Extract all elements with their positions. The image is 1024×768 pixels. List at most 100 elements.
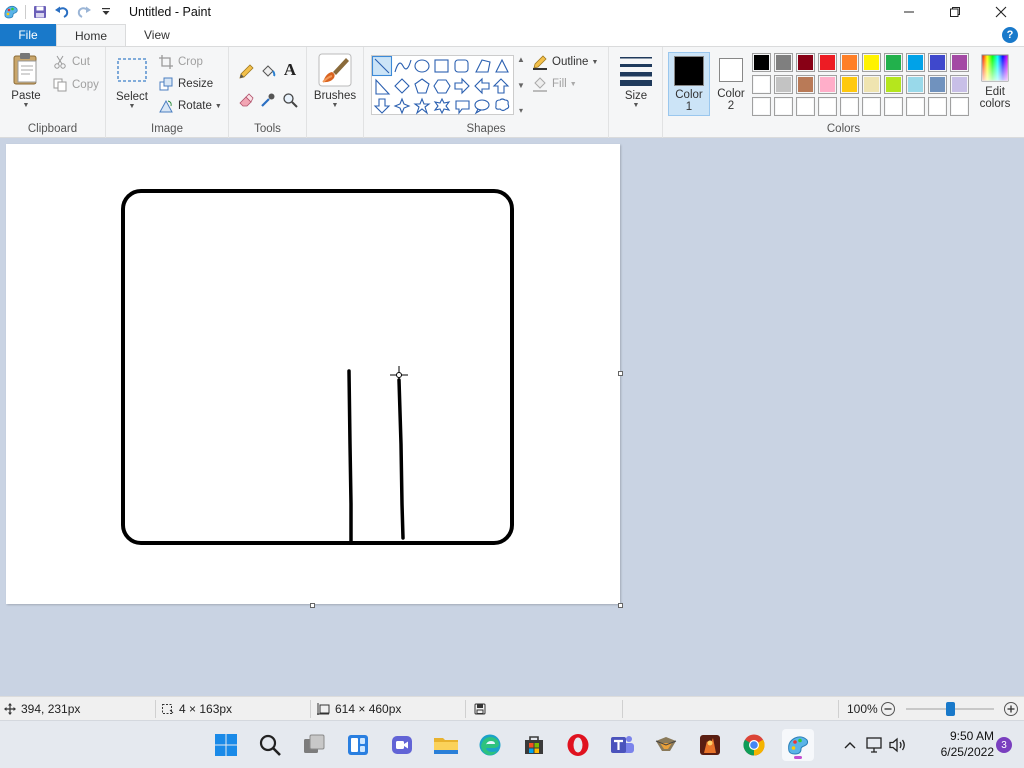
palette-swatch[interactable] — [818, 53, 837, 72]
edit-colors-button[interactable]: Edit colors — [974, 52, 1016, 116]
game-icon[interactable] — [694, 729, 726, 761]
search-icon[interactable] — [254, 729, 286, 761]
palette-swatch[interactable] — [774, 97, 793, 116]
select-button[interactable]: Select ▼ — [112, 57, 152, 110]
palette-swatch[interactable] — [774, 53, 793, 72]
customize-dropdown-icon[interactable] — [95, 1, 117, 23]
palette-swatch[interactable] — [928, 75, 947, 94]
palette-swatch[interactable] — [906, 97, 925, 116]
outline-button[interactable]: Outline ▼ — [532, 52, 598, 72]
file-explorer-icon[interactable] — [430, 729, 462, 761]
text-icon[interactable]: A — [279, 59, 301, 81]
palette-swatch[interactable] — [752, 75, 771, 94]
palette-swatch[interactable] — [884, 75, 903, 94]
resize-handle-bottom[interactable] — [310, 603, 315, 608]
pencil-icon[interactable] — [235, 61, 257, 83]
rotate-button[interactable]: Rotate ▼ — [158, 96, 222, 116]
palette-swatch[interactable] — [950, 97, 969, 116]
fill-bucket-icon[interactable] — [257, 61, 279, 83]
palette-swatch[interactable] — [752, 53, 771, 72]
start-icon[interactable] — [210, 729, 242, 761]
edge-icon[interactable] — [474, 729, 506, 761]
palette-swatch[interactable] — [840, 75, 859, 94]
network-icon[interactable] — [862, 737, 886, 753]
save-icon[interactable] — [29, 1, 51, 23]
palette-swatch[interactable] — [906, 53, 925, 72]
palette-swatch-fill — [930, 77, 945, 92]
store-icon[interactable] — [518, 729, 550, 761]
palette-swatch[interactable] — [884, 53, 903, 72]
close-icon[interactable] — [978, 0, 1024, 24]
notification-badge[interactable]: 3 — [996, 737, 1012, 753]
magnifier-icon[interactable] — [279, 89, 301, 111]
color-picker-icon[interactable] — [257, 89, 279, 111]
color2-button[interactable]: Color 2 — [710, 52, 752, 116]
palette-swatch[interactable] — [796, 97, 815, 116]
canvas-workspace[interactable] — [0, 138, 1024, 696]
palette-swatch[interactable] — [840, 53, 859, 72]
tab-file[interactable]: File — [0, 24, 56, 46]
palette-swatch[interactable] — [906, 75, 925, 94]
chrome-icon[interactable] — [738, 729, 770, 761]
zoom-in-icon[interactable] — [1003, 697, 1019, 721]
zoom-out-icon[interactable] — [880, 697, 896, 721]
paint-app-icon[interactable] — [0, 1, 22, 23]
palette-swatch[interactable] — [928, 97, 947, 116]
drawing-canvas[interactable] — [6, 144, 620, 604]
resize-handle-right[interactable] — [618, 371, 623, 376]
cut-button[interactable]: Cut — [52, 52, 90, 72]
size-button[interactable]: Size ▼ — [616, 53, 656, 109]
tab-home[interactable]: Home — [56, 24, 127, 47]
colors-group-label: Colors — [826, 123, 861, 135]
zoom-slider-thumb[interactable] — [946, 702, 955, 716]
fill-button[interactable]: Fill ▼ — [532, 74, 577, 94]
scroll-down-icon[interactable]: ▼ — [517, 81, 525, 90]
paint-icon[interactable] — [782, 729, 814, 761]
palette-swatch[interactable] — [862, 75, 881, 94]
restore-icon[interactable] — [932, 0, 978, 24]
paste-button[interactable]: Paste ▼ — [6, 52, 46, 109]
minimize-icon[interactable] — [886, 0, 932, 24]
palette-swatch[interactable] — [950, 75, 969, 94]
clock[interactable]: 9:50 AM 6/25/2022 — [941, 728, 994, 760]
expand-gallery-icon[interactable]: ▾ — [519, 106, 523, 115]
chevron-up-icon[interactable] — [838, 741, 862, 749]
shapes-scrollbar[interactable]: ▲ ▼ ▾ — [515, 55, 527, 115]
palette-swatch[interactable] — [818, 97, 837, 116]
scroll-up-icon[interactable]: ▲ — [517, 55, 525, 64]
palette-swatch[interactable] — [818, 75, 837, 94]
resize-button[interactable]: Resize — [158, 74, 213, 94]
teams-meet-icon[interactable] — [386, 729, 418, 761]
help-icon[interactable]: ? — [1002, 27, 1018, 43]
tab-view[interactable]: View — [126, 24, 188, 46]
volume-icon[interactable] — [886, 737, 910, 753]
palette-swatch[interactable] — [950, 53, 969, 72]
palette-swatch[interactable] — [884, 97, 903, 116]
teams-icon[interactable] — [606, 729, 638, 761]
redo-icon[interactable] — [73, 1, 95, 23]
app-icon[interactable] — [650, 729, 682, 761]
palette-swatch[interactable] — [752, 97, 771, 116]
selection-size-text: 4 × 163px — [179, 702, 233, 716]
copy-button[interactable]: Copy — [52, 75, 99, 95]
palette-swatch-fill — [908, 99, 923, 114]
palette-swatch-fill — [930, 55, 945, 70]
color1-button[interactable]: Color 1 — [668, 52, 710, 116]
brushes-button[interactable]: Brushes ▼ — [313, 53, 357, 109]
eraser-icon[interactable] — [235, 89, 257, 111]
task-view-icon[interactable] — [298, 729, 330, 761]
crop-button[interactable]: Crop — [158, 52, 203, 72]
resize-handle-corner[interactable] — [618, 603, 623, 608]
zoom-slider[interactable] — [906, 697, 994, 721]
palette-swatch[interactable] — [774, 75, 793, 94]
palette-swatch[interactable] — [862, 53, 881, 72]
palette-swatch[interactable] — [796, 75, 815, 94]
palette-swatch-fill — [754, 99, 769, 114]
palette-swatch[interactable] — [862, 97, 881, 116]
widgets-icon[interactable] — [342, 729, 374, 761]
palette-swatch[interactable] — [840, 97, 859, 116]
palette-swatch[interactable] — [796, 53, 815, 72]
undo-icon[interactable] — [51, 1, 73, 23]
opera-icon[interactable] — [562, 729, 594, 761]
palette-swatch[interactable] — [928, 53, 947, 72]
